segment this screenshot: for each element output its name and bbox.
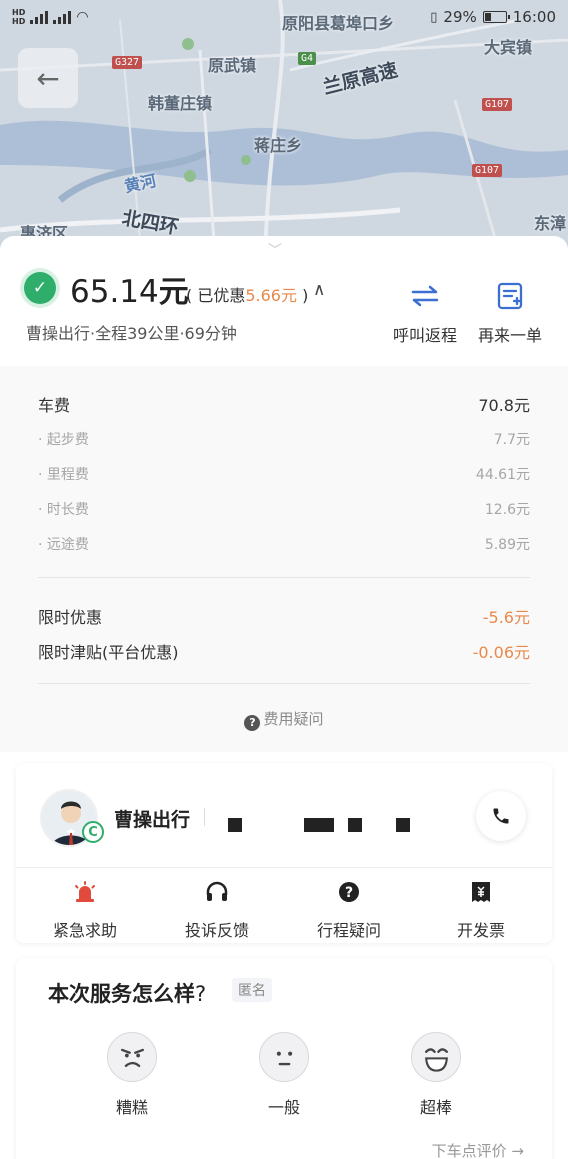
redacted-plate: [348, 818, 362, 832]
map-label: 东漳: [534, 214, 567, 233]
wifi-icon: ◠: [76, 9, 89, 25]
signal-icon: [53, 10, 72, 24]
call-driver-button[interactable]: [476, 791, 526, 841]
check-icon: ✓: [24, 272, 56, 304]
rating-ok-button[interactable]: 一般: [244, 1032, 324, 1118]
invoice-button[interactable]: 开发票: [414, 879, 548, 941]
chevron-up-icon[interactable]: ∧: [313, 280, 325, 300]
divider: [38, 683, 530, 684]
trip-summary: ✓ 65.14元 ( 已优惠5.66元 ) ∧ 曹操出行·全程39公里·69分钟…: [0, 236, 568, 366]
invoice-label: 开发票: [456, 921, 505, 940]
divider: [38, 577, 530, 578]
headset-icon: [150, 879, 284, 905]
complaint-button[interactable]: 投诉反馈: [150, 879, 284, 941]
trip-question-button[interactable]: ? 行程疑问: [282, 879, 416, 941]
fare-row-item: · 里程费 44.61元: [38, 467, 530, 483]
network-label: HD HD: [12, 8, 26, 26]
signal-icon: [30, 10, 49, 24]
total-price: 65.14元: [70, 274, 189, 310]
question-icon: ?: [244, 714, 261, 731]
map-label: 大宾镇: [484, 38, 533, 57]
road-badge: G107: [482, 98, 513, 111]
trip-info: 曹操出行·全程39公里·69分钟: [26, 324, 237, 343]
arrow-left-icon: ←: [36, 61, 60, 95]
discount-row: 限时优惠 -5.6元: [38, 608, 530, 627]
map-label: 韩董庄镇: [148, 94, 213, 113]
map-label: 原武镇: [208, 56, 257, 75]
fare-row-item: · 时长费 12.6元: [38, 502, 530, 518]
vibrate-icon: ▯: [430, 9, 438, 25]
rating-ok-label: 一般: [267, 1098, 300, 1117]
status-bar: HD HD ◠ ▯ 29% 16:00: [0, 0, 568, 34]
rating-great-label: 超棒: [419, 1098, 452, 1117]
driver-company: 曹操出行: [114, 809, 191, 831]
divider: [16, 867, 552, 868]
dropoff-rating-link[interactable]: 下车点评价 →: [432, 1140, 524, 1159]
ride-receipt-page: 原阳县葛埠口乡 原武镇 兰原高速 大宾镇 韩董庄镇 蒋庄乡 黄河 北四环 东漳 …: [0, 0, 568, 1159]
rating-great-button[interactable]: 超棒: [396, 1032, 476, 1118]
redacted-plate: [228, 818, 242, 832]
battery-percent: 29%: [443, 8, 477, 26]
rating-bad-button[interactable]: 糟糕: [92, 1032, 172, 1118]
clock: 16:00: [512, 8, 556, 26]
route-map[interactable]: 原阳县葛埠口乡 原武镇 兰原高速 大宾镇 韩董庄镇 蒋庄乡 黄河 北四环 东漳 …: [0, 0, 568, 255]
reorder-label: 再来一单: [477, 326, 542, 345]
rating-bad-label: 糟糕: [115, 1098, 148, 1117]
fare-row-item: · 远途费 5.89元: [38, 537, 530, 553]
question-icon: ?: [282, 879, 416, 905]
emergency-button[interactable]: 紧急求助: [18, 879, 152, 941]
map-label: 蒋庄乡: [254, 136, 303, 155]
map-background: [0, 0, 568, 255]
reorder-button[interactable]: 再来一单: [465, 278, 555, 346]
road-badge: G107: [472, 164, 503, 177]
call-return-label: 呼叫返程: [392, 326, 457, 345]
fare-row-item: · 起步费 7.7元: [38, 432, 530, 448]
phone-icon: [493, 808, 509, 824]
anonymous-tag: 匿名: [232, 978, 272, 1002]
discount-note: ( 已优惠5.66元 ): [186, 286, 309, 305]
swap-arrows-icon: [380, 278, 470, 314]
back-button[interactable]: ←: [18, 48, 78, 108]
alarm-icon: [18, 879, 152, 905]
redacted-plate: [396, 818, 410, 832]
angry-face-icon: [107, 1032, 157, 1082]
reorder-icon: [465, 278, 555, 314]
redacted-plate: [304, 818, 334, 832]
rating-card: 本次服务怎么样? 匿名 糟糕 一般 超棒 下车点评价 →: [16, 958, 552, 1159]
fare-breakdown: 车费 70.8元 · 起步费 7.7元 · 里程费 44.61元 · 时长费 12.6元…: [0, 366, 568, 752]
svg-text:?: ?: [345, 885, 353, 901]
driver-card: C 曹操出行 紧急求助 投诉反馈 ? 行程疑问 开发票: [16, 763, 552, 943]
happy-face-icon: [411, 1032, 461, 1082]
discount-row: 限时津贴(平台优惠) -0.06元: [38, 643, 530, 662]
fare-row-total: 车费 70.8元: [38, 396, 530, 415]
neutral-face-icon: [259, 1032, 309, 1082]
trip-question-label: 行程疑问: [316, 921, 381, 940]
battery-icon: [482, 11, 510, 23]
divider: [204, 808, 205, 826]
rating-title: 本次服务怎么样?: [48, 982, 207, 1006]
fee-question-link[interactable]: ? 费用疑问: [0, 708, 568, 731]
emergency-label: 紧急求助: [52, 921, 117, 940]
complaint-label: 投诉反馈: [184, 921, 249, 940]
verified-badge: C: [82, 821, 104, 843]
road-badge: G4: [298, 52, 317, 65]
invoice-icon: [414, 879, 548, 905]
road-badge: G327: [112, 56, 143, 69]
call-return-button[interactable]: 呼叫返程: [380, 278, 470, 346]
